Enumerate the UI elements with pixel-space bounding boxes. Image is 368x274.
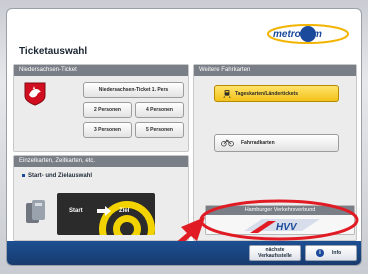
info-label: Info <box>332 250 342 256</box>
niedersachsen-ticket-1-person-button[interactable]: Niedersachsen-Ticket 1. Pers <box>83 82 184 98</box>
fahrradkarten-label: Fahrradkarten <box>241 140 275 146</box>
four-persons-button[interactable]: 4 Personen <box>135 102 184 118</box>
hvv-highlight-ellipse <box>199 199 359 241</box>
single-tickets-panel-header: Einzelkarten, Zeitkarten, etc. <box>14 156 188 167</box>
next-sales-point-label-2: Verkaufsstelle <box>258 253 292 259</box>
niedersachsen-panel-header: Niedersachsen-Ticket <box>14 65 188 76</box>
start-zielauswahl-label: Start- und Zielauswahl <box>28 173 93 179</box>
info-icon: i <box>316 249 324 257</box>
footer-bar: nächste Verkaufsstelle i Info <box>7 241 361 265</box>
tageskarten-label: Tageskarten/Ländertickets <box>235 90 298 97</box>
bicycle-icon <box>221 139 234 147</box>
ziel-label: Ziel <box>119 208 130 214</box>
ticket-cards-icon <box>26 200 45 223</box>
fahrradkarten-button[interactable]: Fahrradkarten <box>214 134 339 152</box>
bullet-icon <box>22 173 25 177</box>
start-label: Start <box>69 208 83 214</box>
weitere-fahrkarten-header: Weitere Fahrkarten <box>194 65 356 76</box>
train-icon <box>223 89 231 98</box>
niedersachsen-coat-of-arms-icon <box>24 82 46 106</box>
start-zielauswahl-heading: Start- und Zielauswahl <box>22 173 92 179</box>
ticket-screen: metronom Ticketauswahl Niedersachsen-Tic… <box>6 8 362 266</box>
two-persons-button[interactable]: 2 Personen <box>83 102 132 118</box>
start-ziel-button[interactable]: Start Ziel <box>57 193 155 235</box>
page-title: Ticketauswahl <box>19 46 88 57</box>
arrow-right-icon <box>97 206 111 216</box>
five-persons-button[interactable]: 5 Personen <box>135 122 184 138</box>
three-persons-button[interactable]: 3 Personen <box>83 122 132 138</box>
svg-text:metronom: metronom <box>273 29 322 40</box>
niedersachsen-panel: Niedersachsen-Ticket Niedersachsen-Ticke… <box>13 64 189 152</box>
metronom-logo: metronom <box>267 24 349 44</box>
next-sales-point-button[interactable]: nächste Verkaufsstelle <box>249 245 301 261</box>
info-button[interactable]: i Info <box>305 245 357 261</box>
tageskarten-button[interactable]: Tageskarten/Ländertickets <box>214 85 339 102</box>
